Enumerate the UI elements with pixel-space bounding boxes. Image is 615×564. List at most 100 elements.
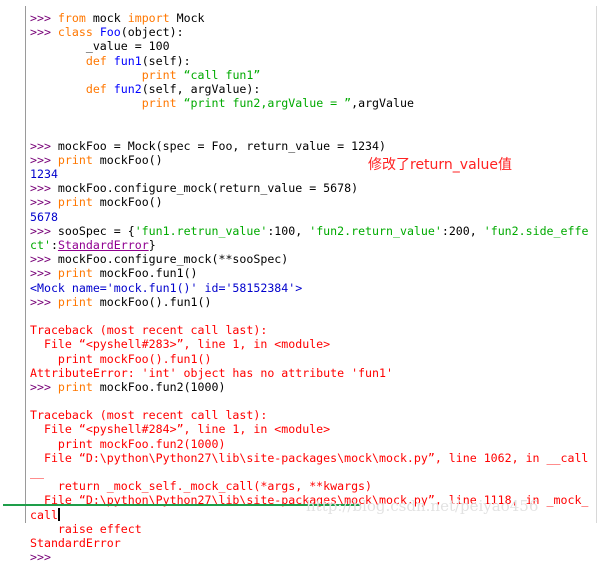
code-token: >>>	[30, 11, 58, 25]
shell-line: >>> from mock import Mock	[30, 11, 596, 25]
window-frame-right-rule	[596, 6, 597, 523]
shell-line: ct':StandardError}	[30, 238, 596, 252]
code-token: return _mock_self._mock_call(*args, **kw…	[30, 479, 373, 494]
python-idle-shell[interactable]: >>> from mock import Mock >>> class Foo(o…	[0, 0, 615, 564]
code-token: File “D:\python\Python27\lib\site-packag…	[30, 450, 589, 465]
shell-line: return _mock_self._mock_call(*args, **kw…	[30, 479, 596, 493]
code-token: Foo	[99, 25, 121, 40]
shell-line: >>> mockFoo = Mock(spec = Foo, return_va…	[30, 139, 596, 153]
shell-line: File “<pyshell#284>”, line 1, in <module…	[30, 422, 596, 436]
code-token: (self, argValue):	[141, 81, 261, 96]
code-token: print	[141, 96, 177, 111]
code-token: <Mock name='mock.fun1()' id='58152384'>	[30, 280, 303, 295]
code-token: from	[57, 11, 86, 25]
code-token: mockFoo.fun2(1000)	[92, 379, 226, 394]
shell-line: print mockFoo().fun1()	[30, 352, 596, 366]
code-token: :200,	[441, 223, 484, 238]
code-token: Traceback (most recent call last):	[30, 323, 268, 338]
shell-line: >>> class Foo(object):	[30, 25, 596, 39]
code-token: 'fun1.retrun_value'	[134, 223, 268, 238]
red-annotation-label: 修改了return_value值	[368, 157, 513, 173]
code-token: >>>	[30, 266, 58, 281]
code-token: Mock	[169, 11, 205, 25]
shell-line: print “call fun1”	[30, 68, 596, 82]
shell-output-text[interactable]: >>> from mock import Mock >>> class Foo(o…	[30, 11, 596, 564]
code-token: >>>	[30, 152, 58, 167]
code-token: call	[30, 507, 58, 522]
shell-line: >>> sooSpec = {'fun1.retrun_value':100, …	[30, 224, 596, 238]
shell-line	[30, 110, 596, 124]
shell-line: >>> print mockFoo.fun1()	[30, 266, 596, 280]
shell-line: AttributeError: 'int' object has no attr…	[30, 366, 596, 380]
shell-line: print “print fun2,argValue = ”,argValue	[30, 96, 596, 110]
shell-line: __	[30, 465, 596, 479]
code-token: mockFoo.fun1()	[92, 266, 198, 281]
code-token: StandardError	[57, 238, 149, 252]
code-token: print	[57, 379, 93, 394]
code-token: class	[57, 25, 93, 40]
shell-line: >>>	[30, 550, 596, 564]
code-token: Traceback (most recent call last):	[30, 408, 268, 423]
code-token: sooSpec = {	[57, 223, 135, 238]
code-token: 1234	[30, 167, 58, 182]
shell-line	[30, 309, 596, 323]
code-token: print	[57, 294, 93, 309]
shell-line: >>> mockFoo.configure_mock(return_value …	[30, 181, 596, 195]
code-token: fun2	[113, 81, 142, 96]
shell-line: >>> print mockFoo().fun1()	[30, 295, 596, 309]
code-token: >>>	[30, 138, 58, 153]
code-token: File “<pyshell#283>”, line 1, in <module…	[30, 337, 331, 352]
code-token: print	[57, 266, 93, 281]
text-cursor	[58, 508, 60, 521]
shell-line: def fun2(self, argValue):	[30, 82, 596, 96]
code-token: >>>	[30, 195, 58, 210]
shell-line: <Mock name='mock.fun1()' id='58152384'>	[30, 281, 596, 295]
code-token: >>>	[30, 294, 58, 309]
code-token: }	[148, 238, 156, 252]
shell-line: File “<pyshell#283>”, line 1, in <module…	[30, 337, 596, 351]
shell-line: Traceback (most recent call last):	[30, 323, 596, 337]
shell-line: def fun1(self):	[30, 54, 596, 68]
code-token: File “<pyshell#284>”, line 1, in <module…	[30, 422, 331, 437]
code-token: 5678	[30, 209, 58, 224]
code-token: print	[57, 195, 93, 210]
code-token: >>>	[30, 223, 58, 238]
code-token: >>>	[30, 252, 58, 267]
code-token: mockFoo = Mock(spec = Foo, return_value …	[57, 138, 386, 153]
shell-line: print mockFoo.fun2(1000)	[30, 437, 596, 451]
code-token: def	[85, 81, 107, 96]
code-token: mockFoo.configure_mock(**sooSpec)	[57, 252, 289, 267]
code-token: mockFoo()	[92, 195, 163, 210]
code-token: mockFoo.configure_mock(return_value = 56…	[57, 181, 359, 196]
code-token: “print fun2,argValue = ”	[183, 96, 352, 111]
code-token: (self):	[141, 53, 191, 68]
code-token: >>>	[30, 25, 58, 40]
shell-line	[30, 394, 596, 408]
code-token: :	[50, 238, 58, 252]
code-token: _value = 100	[30, 39, 170, 54]
code-token: mockFoo().fun1()	[92, 294, 212, 309]
code-token: 'fun2.side_effe	[483, 223, 589, 238]
shell-line: StandardError	[30, 536, 596, 550]
shell-line: File “D:\python\Python27\lib\site-packag…	[30, 451, 596, 465]
code-token: ct'	[30, 238, 51, 252]
code-token: print mockFoo().fun1()	[30, 351, 212, 366]
shell-line: >>> print mockFoo.fun2(1000)	[30, 380, 596, 394]
code-token: >>>	[30, 550, 58, 564]
code-token: ,argValue	[351, 96, 414, 111]
code-token: mockFoo()	[92, 152, 163, 167]
window-frame-left-rule	[25, 6, 26, 523]
code-token: >>>	[30, 379, 58, 394]
code-token: :100,	[267, 223, 310, 238]
code-token: fun1	[113, 53, 142, 68]
code-token: print	[141, 67, 177, 82]
code-token: import	[127, 11, 170, 25]
shell-line: _value = 100	[30, 39, 596, 53]
code-token: StandardError	[30, 535, 121, 550]
